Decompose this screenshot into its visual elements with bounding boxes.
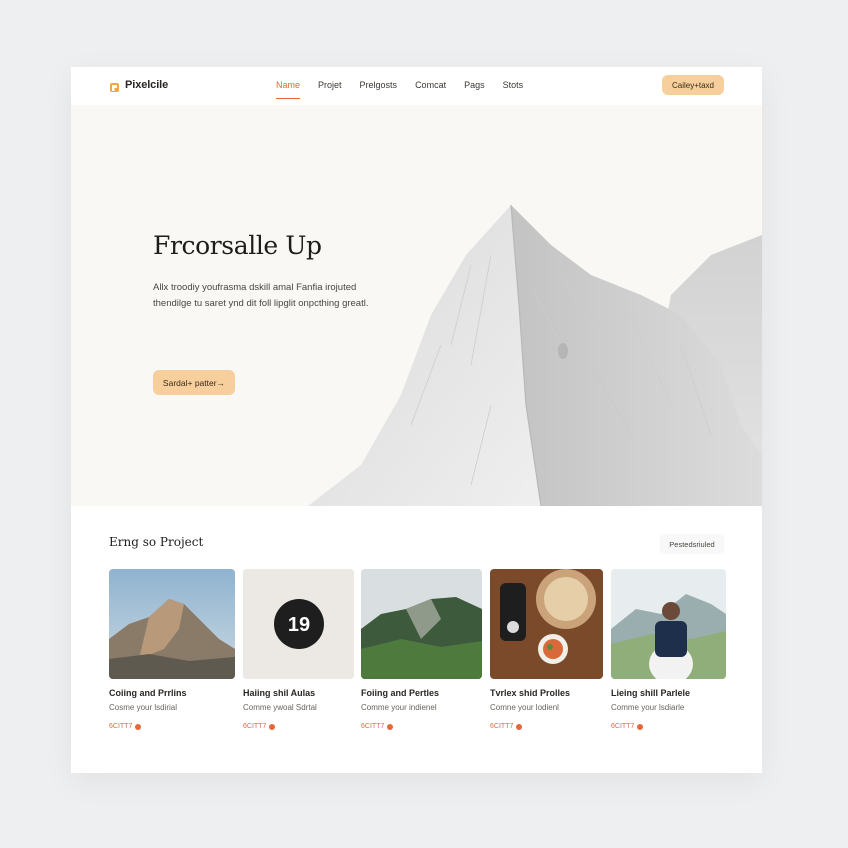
main-nav: Name Projet Prelgosts Comcat Pags Stots [276,80,524,99]
project-card-meta: 6CITT7 [243,723,354,730]
project-card-meta-label: 6CITT7 [611,723,635,730]
project-card-meta: 6CITT7 [611,723,726,730]
project-card-meta: 6CITT7 [490,723,603,730]
hero-title: Frcorsalle Up [153,231,322,260]
hero-description: Allx troodiy youfrasma dskill amal Fanfi… [153,282,369,309]
brand-logo[interactable]: Pixelcile [109,79,169,92]
logo-icon [109,80,120,92]
nav-item-comcat[interactable]: Comcat [415,80,446,90]
project-card-title: Coiing and Prrlins [109,688,187,698]
project-card-subtitle: Comme your indienel [361,703,437,712]
projects-view-all-button[interactable]: Pestedsriuled [659,534,725,554]
nav-item-projet[interactable]: Projet [318,80,342,90]
project-card[interactable]: Tvrlex shid Prolles Comne your lodienl 6… [490,569,603,730]
header-cta-button[interactable]: Cailey+taxd [662,75,724,95]
project-image-hiker [611,569,726,679]
project-card[interactable]: Coiing and Prrlins Cosme your lsdirial 6… [109,569,235,730]
project-card-title: Tvrlex shid Prolles [490,688,571,698]
project-card-meta-label: 6CITT7 [243,723,267,730]
project-card-meta: 6CITT7 [109,723,235,730]
nav-item-prelgosts[interactable]: Prelgosts [360,80,398,90]
project-card-title: Haiing shil Aulas [243,688,316,698]
page: Pixelcile Name Projet Prelgosts Comcat P… [71,67,762,773]
project-image-coffee [490,569,603,679]
project-card-meta-label: 6CITT7 [361,723,385,730]
dot-icon [516,723,523,730]
project-image-mountain [109,569,235,679]
projects-section-title: Erng so Project [109,535,204,549]
project-image-badge: 19 [243,569,354,679]
project-image-green-mountains [361,569,482,679]
project-card[interactable]: Foiing and Pertles Comme your indienel 6… [361,569,482,730]
dot-icon [135,723,142,730]
brand-name: Pixelcile [125,79,169,91]
project-card-subtitle: Comme ywoal Sdrtal [243,703,317,712]
project-card-subtitle: Comme your lsdiarle [611,703,685,712]
dot-icon [269,723,276,730]
project-card-title: Foiing and Pertles [361,688,440,698]
nav-item-name[interactable]: Name [276,80,301,99]
dot-icon [637,723,644,730]
project-card-meta-label: 6CITT7 [490,723,514,730]
nav-item-stots[interactable]: Stots [503,80,524,90]
hero-section: Frcorsalle Up Allx troodiy youfrasma dsk… [71,105,762,506]
project-card-meta-label: 6CITT7 [109,723,133,730]
header: Pixelcile Name Projet Prelgosts Comcat P… [71,67,762,105]
dot-icon [387,723,394,730]
project-card[interactable]: 19 Haiing shil Aulas Comme ywoal Sdrtal … [243,569,354,730]
project-card-meta: 6CITT7 [361,723,482,730]
project-card-title: Lieing shill Parlele [611,688,691,698]
project-card[interactable]: Lieing shill Parlele Comme your lsdiarle… [611,569,726,730]
hero-cta-button[interactable]: Sardal+ patter→ [153,370,235,395]
project-card-subtitle: Comne your lodienl [490,703,559,712]
nav-item-pags[interactable]: Pags [464,80,485,90]
project-badge-number: 19 [288,614,310,636]
project-card-subtitle: Cosme your lsdirial [109,703,178,712]
